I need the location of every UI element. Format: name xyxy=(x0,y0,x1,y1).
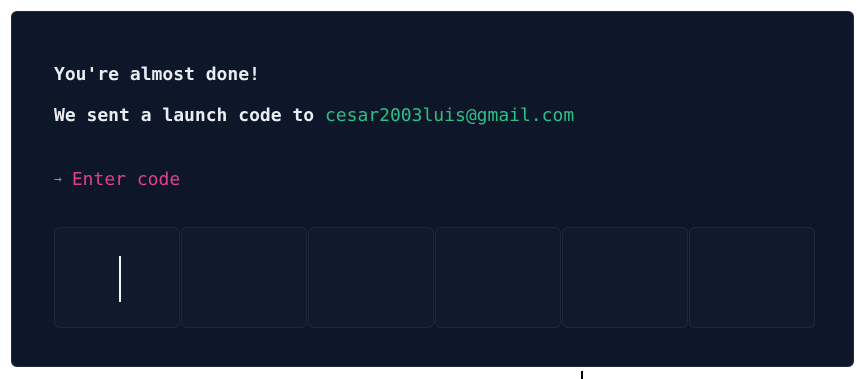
code-digit-2[interactable] xyxy=(181,227,307,328)
email-address: cesar2003luis@gmail.com xyxy=(324,105,575,126)
code-digit-3[interactable] xyxy=(308,227,434,328)
code-digit-6[interactable] xyxy=(689,227,815,328)
code-digit-1[interactable] xyxy=(54,227,180,328)
cursor-artifact xyxy=(581,371,583,379)
heading-almost-done: You're almost done! xyxy=(54,64,260,85)
enter-code-prompt: → Enter code xyxy=(54,169,180,190)
text-caret xyxy=(119,256,121,302)
code-input-row xyxy=(54,227,815,328)
enter-code-label: Enter code xyxy=(71,169,181,190)
launch-code-panel: You're almost done! We sent a launch cod… xyxy=(11,11,854,367)
arrow-right-icon: → xyxy=(54,172,62,187)
sent-code-message: We sent a launch code to cesar2003luis@g… xyxy=(54,105,574,126)
sent-code-text: We sent a launch code to xyxy=(54,105,325,126)
code-digit-5[interactable] xyxy=(562,227,688,328)
code-digit-4[interactable] xyxy=(435,227,561,328)
